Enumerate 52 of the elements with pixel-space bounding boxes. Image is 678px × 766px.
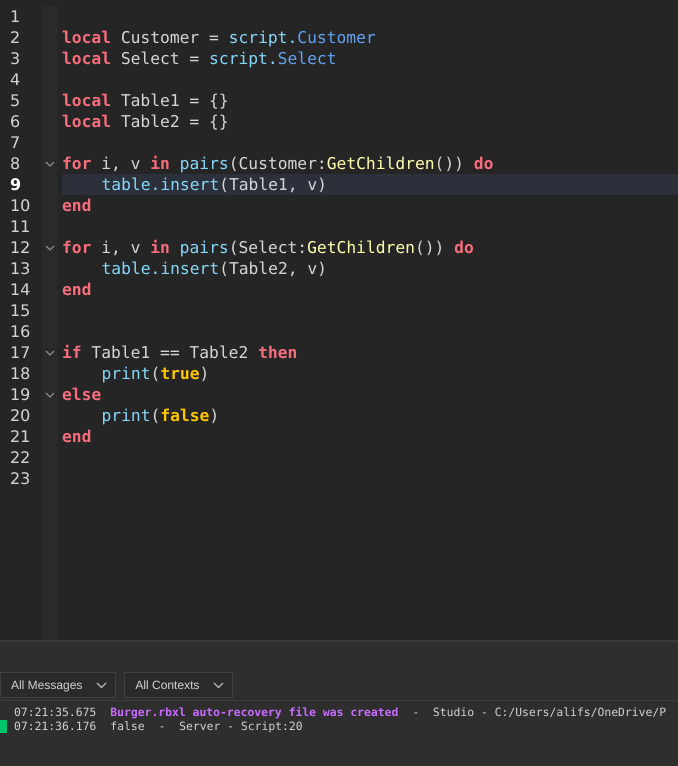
caret-icon [213,682,224,688]
caret-icon [96,682,108,688]
line-number: 4 [9,70,20,89]
line-number: 11 [9,217,30,236]
line-number: 13 [9,259,30,278]
code-line: local Table1 = {} [62,91,229,110]
line-number: 7 [9,133,20,152]
fold-chevron-icon[interactable] [45,392,55,398]
line-number: 15 [9,301,30,320]
code-line: if Table1 == Table2 then [62,343,298,362]
line-number: 8 [9,154,20,173]
timestamp: 07:21:35.675 [14,705,96,719]
timestamp: 07:21:36.176 [14,719,96,733]
fold-chevron-icon[interactable] [45,244,55,250]
message-source: - Studio - C:/Users/alifs/OneDrive/P [412,705,666,719]
line-number: 2 [9,28,20,47]
code-line: table.insert(Table1, v) [102,175,327,194]
line-number: 19 [9,385,30,404]
line-number: 14 [9,280,30,299]
code-line: print(true) [102,364,210,383]
filter-dropdown[interactable]: All Messages [0,672,116,698]
line-number: 23 [9,469,30,488]
code-line: end [62,427,92,446]
line-number: 20 [9,406,30,425]
line-number: 21 [9,427,30,446]
line-number: 5 [9,91,20,110]
code-line: end [62,196,92,215]
filter-dropdown[interactable]: All Contexts [124,672,234,698]
fold-chevron-icon[interactable] [45,160,55,166]
line-number: 22 [9,448,30,467]
line-number: 18 [9,364,30,383]
code-line: local Table2 = {} [62,112,229,131]
message-source: - Server - Script:20 [158,719,303,733]
message-text: Burger.rbxl auto-recovery file was created [110,705,398,719]
code-line: local Customer = script.Customer [62,28,376,47]
line-number: 16 [9,322,30,341]
code-line: print(false) [102,406,220,425]
line-number: 10 [9,196,30,215]
code-line: else [62,385,102,404]
code-line: end [62,280,92,299]
message-text: false [110,719,145,733]
code-line: table.insert(Table2, v) [102,259,327,278]
code-line: for i, v in pairs(Customer:GetChildren()) do [62,154,494,173]
line-number: 12 [9,238,30,257]
fold-chevron-icon[interactable] [45,350,55,356]
line-number: 6 [9,112,20,131]
line-number: 17 [9,343,30,362]
code-line: for i, v in pairs(Select:GetChildren()) do [62,238,474,257]
line-number: 3 [9,49,20,68]
code-line: local Select = script.Select [62,49,336,68]
line-number: 9 [9,175,22,194]
line-number: 1 [9,7,20,26]
